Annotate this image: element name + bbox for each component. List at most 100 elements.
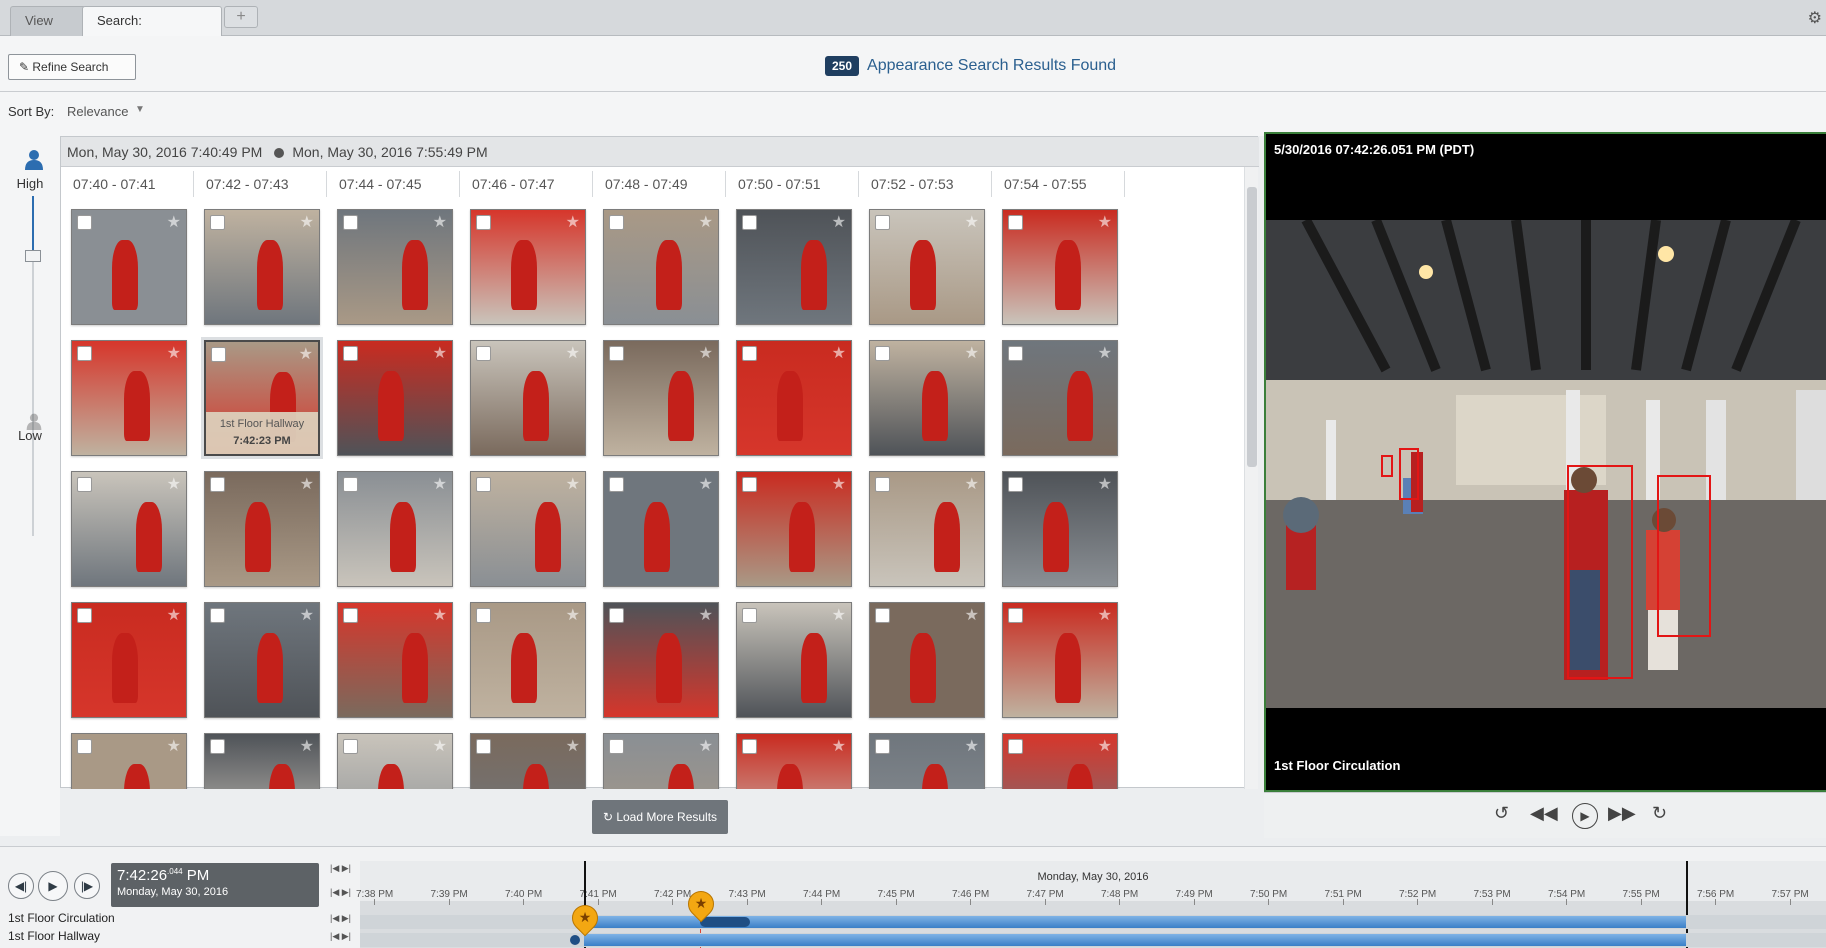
select-checkbox[interactable] — [875, 346, 890, 361]
result-thumbnail[interactable]: ★ — [869, 471, 985, 587]
result-thumbnail[interactable]: ★ — [1002, 733, 1118, 789]
select-checkbox[interactable] — [875, 739, 890, 754]
star-icon[interactable]: ★ — [699, 212, 713, 232]
select-checkbox[interactable] — [742, 477, 757, 492]
select-checkbox[interactable] — [476, 215, 491, 230]
select-checkbox[interactable] — [77, 215, 92, 230]
results-scrollbar[interactable] — [1244, 167, 1258, 789]
result-thumbnail[interactable]: ★ — [337, 602, 453, 718]
step-forward-icon[interactable]: |▶ — [74, 873, 100, 899]
select-checkbox[interactable] — [343, 346, 358, 361]
result-thumbnail[interactable]: ★ — [736, 471, 852, 587]
select-checkbox[interactable] — [1008, 477, 1023, 492]
skip-start-icon[interactable]: |◀ ▶| — [330, 863, 351, 874]
forward-10-icon[interactable]: ↻ — [1652, 803, 1667, 824]
select-checkbox[interactable] — [609, 477, 624, 492]
select-checkbox[interactable] — [210, 477, 225, 492]
select-checkbox[interactable] — [476, 346, 491, 361]
result-thumbnail[interactable]: ★ — [603, 471, 719, 587]
match-segment[interactable] — [700, 917, 750, 927]
result-thumbnail[interactable]: ★ — [71, 733, 187, 789]
select-checkbox[interactable] — [742, 739, 757, 754]
star-icon[interactable]: ★ — [299, 344, 313, 364]
star-icon[interactable]: ★ — [433, 343, 447, 363]
result-thumbnail[interactable]: ★ — [869, 733, 985, 789]
star-icon[interactable]: ★ — [965, 343, 979, 363]
star-icon[interactable]: ★ — [167, 605, 181, 625]
skip-end-icon[interactable]: |◀ ▶| — [330, 887, 351, 898]
star-icon[interactable]: ★ — [965, 605, 979, 625]
scrollbar-thumb[interactable] — [1247, 187, 1257, 467]
result-thumbnail[interactable]: ★ — [736, 602, 852, 718]
result-thumbnail[interactable]: ★ — [1002, 340, 1118, 456]
result-thumbnail[interactable]: ★ — [337, 209, 453, 325]
result-thumbnail[interactable]: ★ — [1002, 602, 1118, 718]
star-icon[interactable]: ★ — [832, 212, 846, 232]
star-icon[interactable]: ★ — [300, 212, 314, 232]
result-thumbnail[interactable]: ★ — [470, 602, 586, 718]
result-thumbnail[interactable]: ★ — [869, 602, 985, 718]
rewind-10-icon[interactable]: ↺ — [1494, 803, 1509, 824]
select-checkbox[interactable] — [609, 215, 624, 230]
star-icon[interactable]: ★ — [433, 736, 447, 756]
track-nav-hallway-icon[interactable]: |◀ ▶| — [330, 931, 351, 942]
timeline[interactable]: Monday, May 30, 2016 7:38 PM 7:39 PM 7:40 … — [356, 861, 1826, 948]
result-thumbnail[interactable]: ★ — [470, 209, 586, 325]
select-checkbox[interactable] — [77, 477, 92, 492]
result-thumbnail[interactable]: ★ 1st Floor Hallway 7:42:23 PM — [201, 337, 323, 459]
result-thumbnail[interactable]: ★ — [603, 602, 719, 718]
result-thumbnail[interactable]: ★ — [470, 340, 586, 456]
result-thumbnail[interactable]: ★ — [337, 340, 453, 456]
sort-select[interactable]: Relevance — [67, 104, 128, 119]
result-thumbnail[interactable]: ★ — [337, 471, 453, 587]
select-checkbox[interactable] — [1008, 215, 1023, 230]
select-checkbox[interactable] — [875, 477, 890, 492]
select-checkbox[interactable] — [476, 739, 491, 754]
tab-search-appearance[interactable]: Search: Appearance× — [82, 6, 222, 56]
star-icon[interactable]: ★ — [566, 343, 580, 363]
result-thumbnail[interactable]: ★ — [603, 340, 719, 456]
result-thumbnail[interactable]: ★ — [1002, 209, 1118, 325]
refine-search-button[interactable]: ✎ Refine Search — [8, 54, 136, 80]
star-icon[interactable]: ★ — [300, 474, 314, 494]
select-checkbox[interactable] — [875, 215, 890, 230]
result-thumbnail[interactable]: ★ — [603, 209, 719, 325]
result-thumbnail[interactable]: ★ — [71, 340, 187, 456]
select-checkbox[interactable] — [742, 215, 757, 230]
load-more-results-button[interactable]: ↻ Load More Results — [592, 800, 728, 834]
result-thumbnail[interactable]: ★ — [1002, 471, 1118, 587]
rewind-icon[interactable]: ◀◀ — [1530, 803, 1558, 824]
gear-icon[interactable]: ⚙ — [1808, 8, 1822, 28]
result-thumbnail[interactable]: ★ — [869, 340, 985, 456]
result-thumbnail[interactable]: ★ — [204, 602, 320, 718]
star-icon[interactable]: ★ — [167, 474, 181, 494]
result-thumbnail[interactable]: ★ — [204, 471, 320, 587]
select-checkbox[interactable] — [1008, 346, 1023, 361]
select-checkbox[interactable] — [77, 739, 92, 754]
star-icon[interactable]: ★ — [167, 343, 181, 363]
step-back-icon[interactable]: ◀| — [8, 873, 34, 899]
result-thumbnail[interactable]: ★ — [204, 209, 320, 325]
star-icon[interactable]: ★ — [965, 212, 979, 232]
star-icon[interactable]: ★ — [699, 474, 713, 494]
result-thumbnail[interactable]: ★ — [736, 733, 852, 789]
star-icon[interactable]: ★ — [300, 736, 314, 756]
star-icon[interactable]: ★ — [300, 605, 314, 625]
star-icon[interactable]: ★ — [832, 736, 846, 756]
select-checkbox[interactable] — [77, 608, 92, 623]
confidence-slider-handle[interactable] — [25, 250, 41, 262]
video-player[interactable]: 5/30/2016 07:42:26.051 PM (PDT) 1st Floo… — [1264, 132, 1826, 792]
star-icon[interactable]: ★ — [433, 605, 447, 625]
result-thumbnail[interactable]: ★ — [869, 209, 985, 325]
star-icon[interactable]: ★ — [699, 605, 713, 625]
star-icon[interactable]: ★ — [699, 343, 713, 363]
select-checkbox[interactable] — [210, 739, 225, 754]
select-checkbox[interactable] — [77, 346, 92, 361]
star-icon[interactable]: ★ — [167, 212, 181, 232]
result-thumbnail[interactable]: ★ — [71, 602, 187, 718]
play-icon[interactable]: ▶ — [1572, 803, 1598, 829]
star-icon[interactable]: ★ — [566, 474, 580, 494]
select-checkbox[interactable] — [609, 739, 624, 754]
fast-forward-icon[interactable]: ▶▶ — [1608, 803, 1636, 824]
select-checkbox[interactable] — [609, 608, 624, 623]
